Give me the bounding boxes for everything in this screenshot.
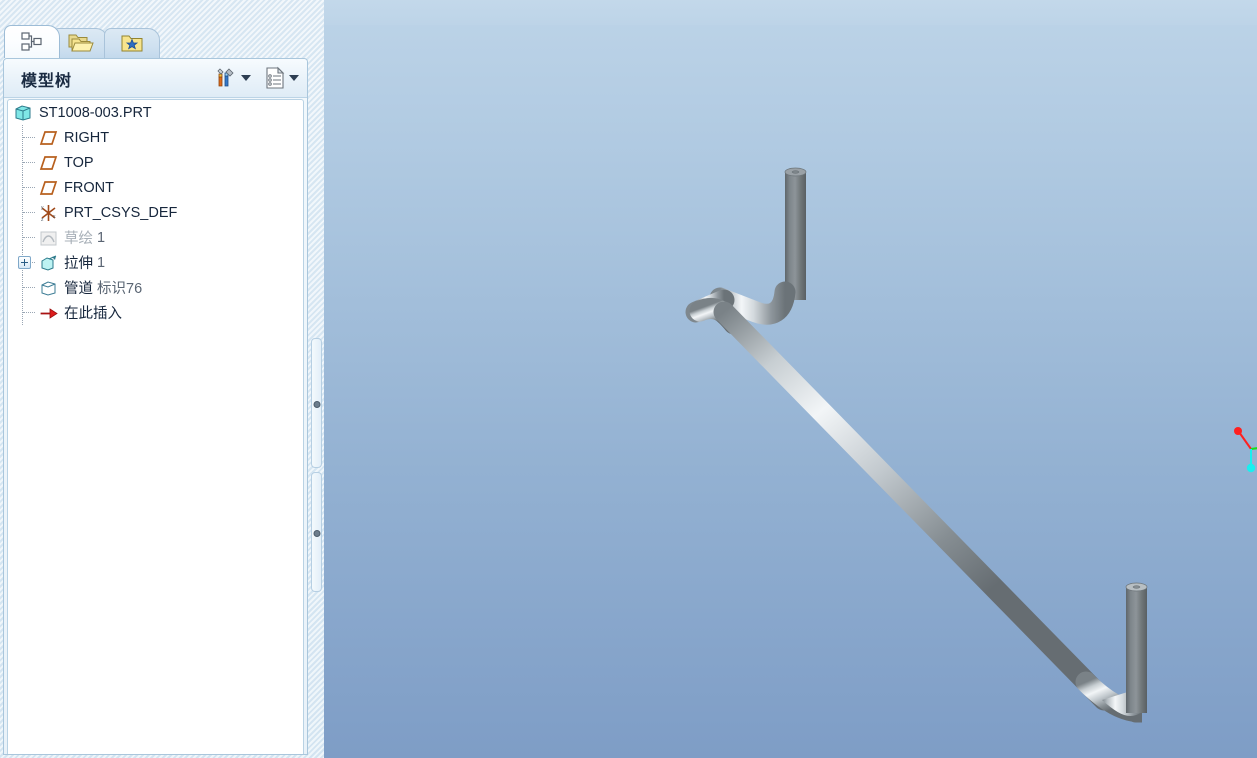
pipe-icon (41, 280, 56, 296)
tree-item-label: TOP (64, 154, 94, 171)
favorites-tab[interactable] (104, 28, 160, 58)
tree-item-label: 管道 (64, 281, 93, 297)
tree-item-content: ST1008-003.PRT (14, 104, 152, 122)
tree-item-label: RIGHT (64, 129, 110, 146)
folder-browser-tab[interactable] (52, 28, 108, 58)
tree-item-label: 拉伸 (64, 256, 93, 272)
tree-item-label: 草绘 (64, 231, 93, 247)
splitter-handle[interactable] (311, 472, 322, 592)
model-tree-icon (21, 32, 42, 51)
tree-branch-dash (23, 237, 35, 238)
tree-item-label: 在此插入 (64, 306, 122, 322)
graphics-window[interactable]: 野火论坛 www.proewildfire.cn (324, 0, 1257, 758)
tree-item-content: 拉伸 1 (39, 252, 105, 273)
tree-item-ST1008-003.PRT[interactable]: ST1008-003.PRT (8, 100, 303, 125)
tree-item-icon (39, 304, 59, 322)
tree-item-icon (39, 254, 59, 272)
bent-pipe-model[interactable] (324, 0, 1257, 758)
tree-settings-button[interactable] (214, 65, 251, 91)
panel-title: 模型树 (21, 73, 73, 90)
main-diagonal-run (713, 301, 1115, 711)
splitter-grip-dot (313, 530, 320, 537)
tree-item-icon (39, 154, 59, 172)
splitter-grip-dot (313, 401, 320, 408)
tree-item-icon (39, 129, 59, 147)
tree-branch-dash (23, 162, 35, 163)
tree-item-FRONT[interactable]: FRONT (8, 175, 303, 200)
tree-item-content: 草绘 1 (39, 227, 105, 248)
csys-icon: yz x (41, 204, 56, 223)
application-window: 模型树 ST1008-003.PRT RIGHT TOP FRONT y z x… (0, 0, 1257, 758)
coordinate-triad (1234, 427, 1257, 473)
tree-display-button[interactable] (264, 65, 299, 91)
svg-text:x: x (53, 214, 56, 220)
tree-item-icon (14, 104, 34, 122)
tree-item-content: TOP (39, 154, 94, 172)
tree-branch-dash (23, 287, 35, 288)
lower-vertical-tube (1125, 582, 1148, 713)
datum-plane-icon (39, 180, 58, 195)
tree-item-拉伸[interactable]: 拉伸 1 (8, 250, 303, 275)
tree-item-管道[interactable]: 管道 标识76 (8, 275, 303, 300)
tree-item-PRT_CSYS_DEF[interactable]: y z x PRT_CSYS_DEF (8, 200, 303, 225)
extrude-icon (41, 254, 57, 271)
tree-item-RIGHT[interactable]: RIGHT (8, 125, 303, 150)
chevron-down-icon (241, 75, 251, 81)
tree-item-label: PRT_CSYS_DEF (64, 204, 178, 221)
model-tree-panel: 模型树 ST1008-003.PRT RIGHT TOP FRONT y z x… (3, 58, 308, 755)
panel-header: 模型树 (4, 59, 307, 98)
tree-branch-dash (23, 137, 35, 138)
tree-item-在此插入[interactable]: 在此插入 (8, 300, 303, 325)
tree-item-content: 在此插入 (39, 302, 122, 323)
folder-stack-icon (68, 34, 94, 52)
tree-item-content: y z x PRT_CSYS_DEF (39, 204, 178, 223)
sketch-icon (40, 231, 57, 245)
tree-expander[interactable] (18, 256, 31, 269)
tree-item-label: ST1008-003.PRT (39, 104, 152, 121)
tree-branch-dash (23, 312, 35, 313)
tree-item-content: RIGHT (39, 129, 109, 147)
tree-item-label: FRONT (64, 179, 114, 196)
datum-plane-icon (39, 155, 58, 170)
tree-item-sublabel: 标识76 (97, 281, 143, 297)
datum-plane-icon (39, 130, 58, 145)
tree-item-sublabel: 1 (97, 229, 106, 246)
model-tree-list[interactable]: ST1008-003.PRT RIGHT TOP FRONT y z x PRT_CSYS_D… (7, 99, 304, 754)
tree-item-icon: yzx (39, 204, 59, 223)
panel-splitter[interactable] (309, 0, 324, 758)
tree-item-TOP[interactable]: TOP (8, 150, 303, 175)
tree-item-icon (39, 229, 59, 247)
upper-vertical-tube (784, 167, 807, 300)
part-icon (15, 104, 31, 121)
tree-item-草绘[interactable]: 草绘 1 (8, 225, 303, 250)
tree-branch-dash (23, 187, 35, 188)
splitter-handle[interactable] (311, 338, 322, 468)
chevron-down-icon (289, 75, 299, 81)
favorites-folder-icon (121, 35, 143, 52)
tree-item-content: FRONT (39, 179, 114, 197)
tree-item-content: 管道 标识76 (39, 277, 142, 298)
tools-icon (217, 68, 234, 87)
tree-branch-dash (23, 212, 35, 213)
navigator-tabstrip (0, 25, 324, 58)
model-tree-tab[interactable] (4, 25, 60, 58)
list-icon (266, 66, 285, 89)
insert-here-icon (40, 307, 58, 319)
tree-item-icon (39, 279, 59, 297)
navigator-dock: 模型树 ST1008-003.PRT RIGHT TOP FRONT y z x… (0, 0, 324, 758)
tree-item-icon (39, 179, 59, 197)
tree-item-sublabel: 1 (97, 254, 106, 271)
